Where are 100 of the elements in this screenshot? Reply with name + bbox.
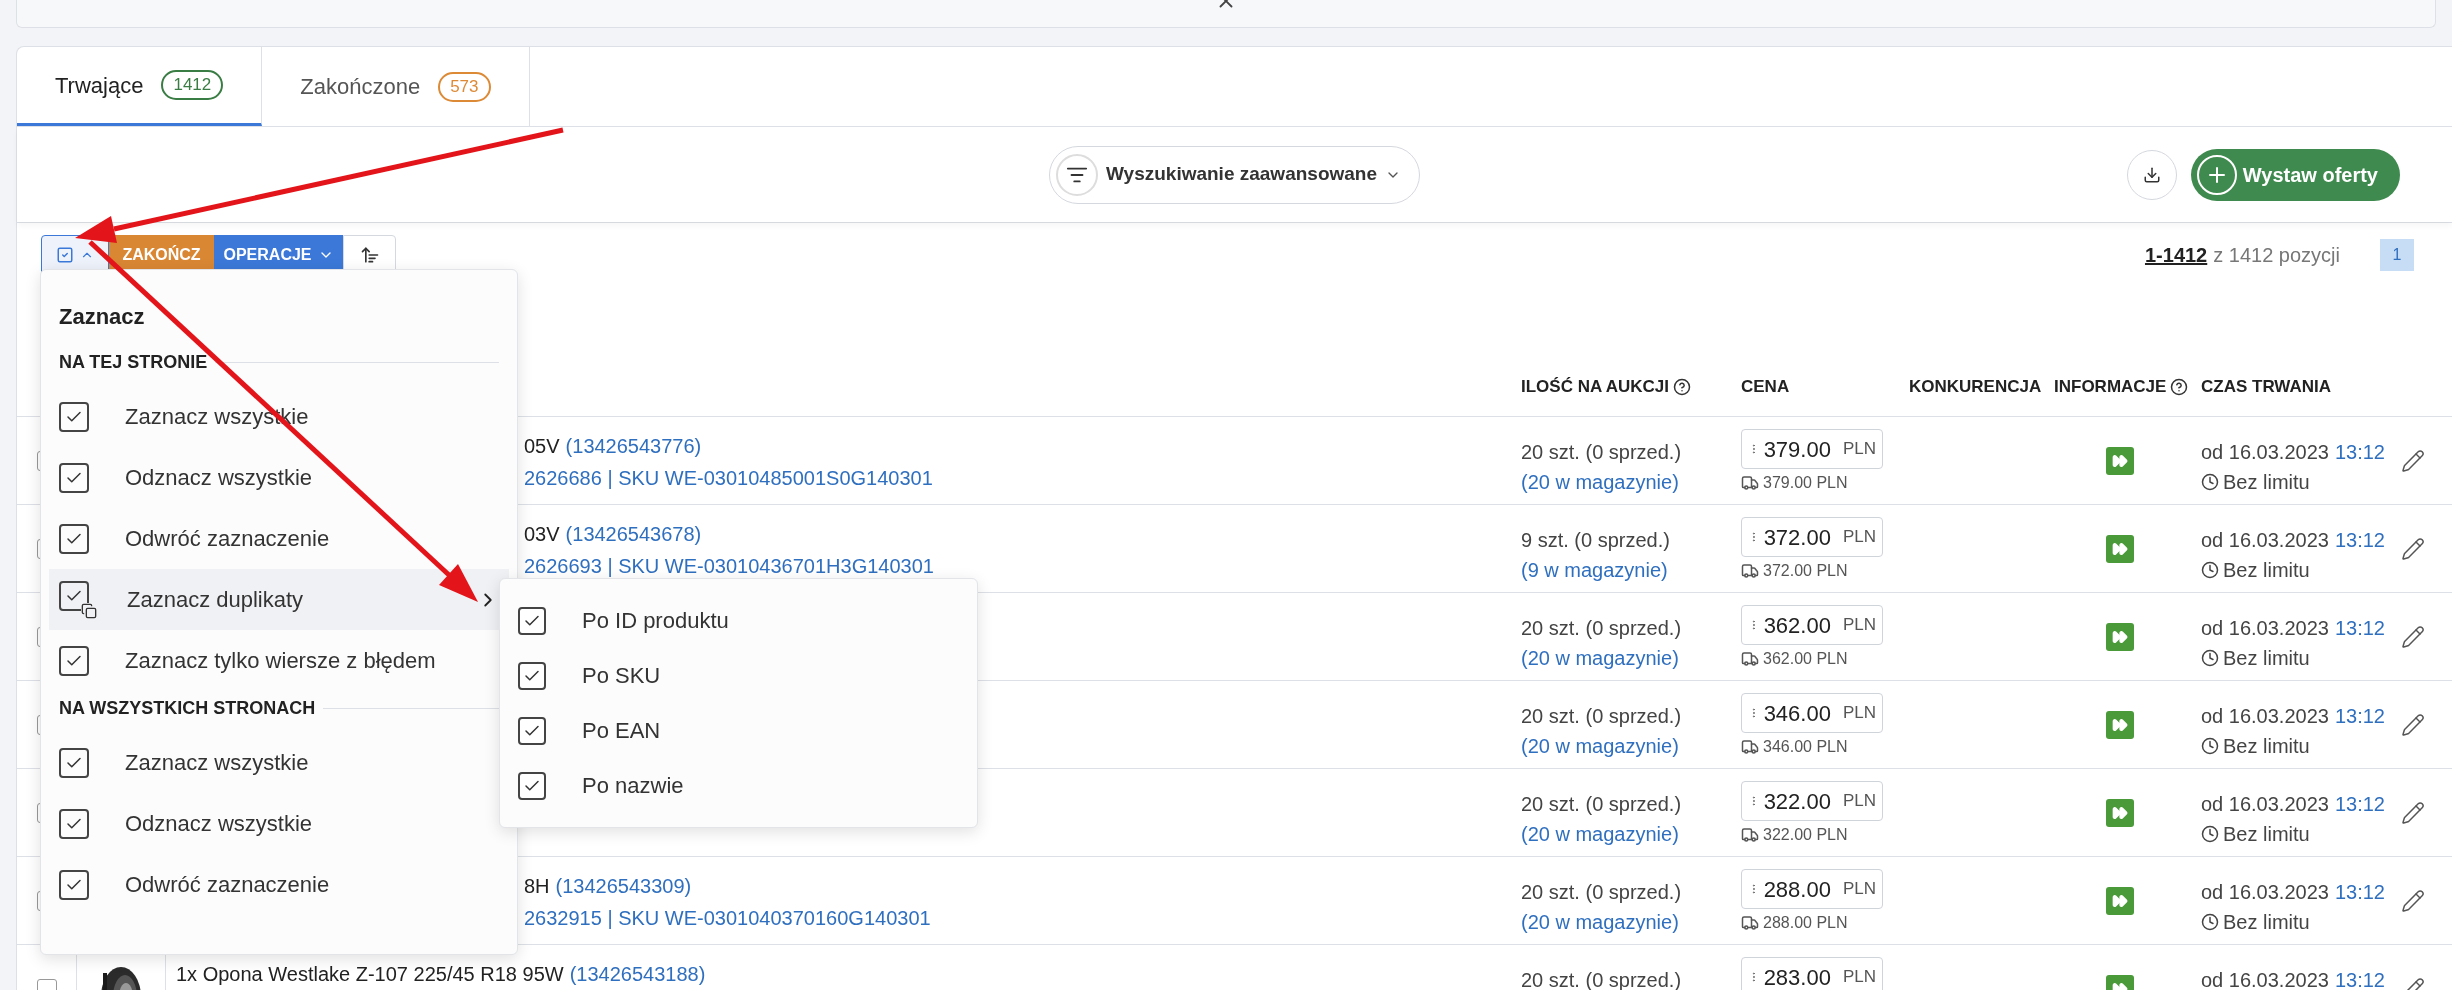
- quantity-text: 20 szt. (0 sprzed.): [1521, 616, 1683, 641]
- clock-icon: [2201, 825, 2219, 843]
- price-field[interactable]: 362.00 PLN: [1741, 605, 1883, 645]
- price-field[interactable]: 346.00 PLN: [1741, 693, 1883, 733]
- checkbox-label[interactable]: Po ID produktu: [582, 604, 729, 637]
- truck-icon: [1741, 826, 1759, 844]
- filter-icon: [1056, 153, 1098, 196]
- start-time: 13:12: [2334, 792, 2385, 817]
- start-date: od 16.03.2023: [2201, 616, 2329, 641]
- product-codes: 2626686 | SKU WE-03010485001S0G140301: [524, 466, 934, 491]
- duration-text: Bez limitu: [2223, 734, 2310, 759]
- tab[interactable]: Trwające 1412: [17, 47, 263, 126]
- edit-icon[interactable]: [2401, 624, 2425, 649]
- checkbox[interactable]: [518, 771, 546, 800]
- help-icon[interactable]: [1673, 378, 1691, 396]
- page-range-link[interactable]: 1-1412: [2144, 239, 2208, 270]
- checkbox-label[interactable]: Po EAN: [582, 714, 661, 747]
- shipping-price: 346.00 PLN: [1763, 737, 1848, 757]
- price-value: 346.00: [1763, 699, 1831, 728]
- start-time: 13:12: [2334, 880, 2385, 905]
- page-button[interactable]: 1: [2380, 238, 2414, 271]
- menu-item[interactable]: Odwróć zaznaczenie: [49, 854, 509, 915]
- stock-link[interactable]: (20 w magazynie): [1521, 643, 1733, 673]
- price-field[interactable]: 283.00 PLN: [1741, 957, 1883, 990]
- section-heading: NA TEJ STRONIE: [59, 351, 208, 374]
- quantity-text: 20 szt. (0 sprzed.): [1521, 792, 1683, 817]
- duration-text: Bez limitu: [2223, 910, 2310, 935]
- price-field[interactable]: 379.00 PLN: [1741, 429, 1883, 469]
- fast-forward-icon[interactable]: [2105, 798, 2134, 827]
- currency-label: PLN: [1842, 438, 1876, 461]
- check-square-icon: [56, 245, 74, 264]
- checkbox-label[interactable]: Po SKU: [582, 659, 661, 692]
- check-square-icon: [59, 869, 89, 900]
- edit-icon[interactable]: [2401, 800, 2425, 825]
- stock-link[interactable]: (20 w magazynie): [1521, 731, 1733, 761]
- check-square-icon: [59, 401, 89, 432]
- duration-text: Bez limitu: [2223, 822, 2310, 847]
- clock-icon: [2201, 473, 2219, 491]
- duration-text: Bez limitu: [2223, 646, 2310, 671]
- help-icon[interactable]: [2170, 378, 2189, 396]
- checkbox-label[interactable]: Po nazwie: [582, 769, 684, 802]
- menu-title: Zaznacz: [58, 303, 146, 331]
- clock-icon: [2201, 561, 2219, 579]
- offer-id-link[interactable]: (13426543678): [565, 519, 702, 549]
- menu-item[interactable]: Odznacz wszystkie: [49, 447, 509, 508]
- add-offers-button[interactable]: Wystaw oferty: [2190, 148, 2400, 201]
- currency-label: PLN: [1842, 614, 1876, 637]
- start-time: 13:12: [2334, 440, 2385, 465]
- clock-icon: [2201, 737, 2219, 755]
- menu-item[interactable]: Odwróć zaznaczenie: [49, 508, 509, 569]
- quantity-text: 9 szt. (0 sprzed.): [1521, 528, 1671, 553]
- count-badge: 1412: [161, 70, 224, 100]
- edit-icon[interactable]: [2401, 448, 2425, 473]
- truck-icon: [1741, 650, 1759, 668]
- tab[interactable]: Zakończone 573: [262, 47, 530, 126]
- stock-link[interactable]: (20 w magazynie): [1521, 907, 1733, 937]
- download-icon: [2142, 165, 2161, 184]
- start-time: 13:12: [2334, 616, 2385, 641]
- fast-forward-icon[interactable]: [2105, 710, 2134, 739]
- start-time: 13:12: [2334, 968, 2385, 990]
- stock-link[interactable]: (9 w magazynie): [1521, 555, 1733, 585]
- stock-link[interactable]: (20 w magazynie): [1521, 467, 1733, 497]
- price-field[interactable]: 372.00 PLN: [1741, 517, 1883, 557]
- price-field[interactable]: 322.00 PLN: [1741, 781, 1883, 821]
- checkbox[interactable]: [518, 716, 546, 745]
- start-time: 13:12: [2334, 704, 2385, 729]
- price-field[interactable]: 288.00 PLN: [1741, 869, 1883, 909]
- shipping-price: 372.00 PLN: [1763, 561, 1848, 581]
- quantity-text: 20 szt. (0 sprzed.): [1521, 880, 1683, 905]
- start-date: od 16.03.2023: [2201, 704, 2329, 729]
- product-name: 8H: [524, 874, 550, 899]
- fast-forward-icon[interactable]: [2105, 622, 2134, 651]
- truck-icon: [1741, 562, 1759, 580]
- fast-forward-icon[interactable]: [2105, 446, 2134, 475]
- start-date: od 16.03.2023: [2201, 528, 2329, 553]
- edit-icon[interactable]: [2401, 888, 2425, 913]
- offer-id-link[interactable]: (13426543776): [565, 431, 702, 461]
- advanced-search-button[interactable]: Wyszukiwanie zaawansowane: [1049, 145, 1420, 204]
- menu-item[interactable]: Zaznacz duplikaty: [49, 569, 509, 630]
- edit-icon[interactable]: [2401, 536, 2425, 561]
- quantity-text: 20 szt. (0 sprzed.): [1521, 440, 1683, 465]
- edit-icon[interactable]: [2401, 712, 2425, 737]
- start-time: 13:12: [2334, 528, 2385, 553]
- checkbox[interactable]: [518, 606, 546, 635]
- duration-text: Bez limitu: [2223, 470, 2310, 495]
- shipping-price: 379.00 PLN: [1763, 473, 1848, 493]
- check-square-icon: [59, 523, 89, 554]
- start-date: od 16.03.2023: [2201, 968, 2329, 990]
- offer-id-link[interactable]: (13426543188): [569, 959, 706, 989]
- checkbox[interactable]: [518, 661, 546, 690]
- fast-forward-icon[interactable]: [2105, 534, 2134, 563]
- fast-forward-icon[interactable]: [2105, 886, 2134, 915]
- check-square-icon: [59, 808, 89, 839]
- price-value: 288.00: [1763, 875, 1831, 904]
- price-value: 283.00: [1763, 963, 1831, 990]
- column-header: ILOŚĆ NA AUKCJI: [1521, 376, 1669, 399]
- stock-link[interactable]: (20 w magazynie): [1521, 819, 1733, 849]
- shipping-price: 322.00 PLN: [1763, 825, 1848, 845]
- offer-id-link[interactable]: (13426543309): [555, 871, 692, 901]
- price-value: 362.00: [1763, 611, 1831, 640]
